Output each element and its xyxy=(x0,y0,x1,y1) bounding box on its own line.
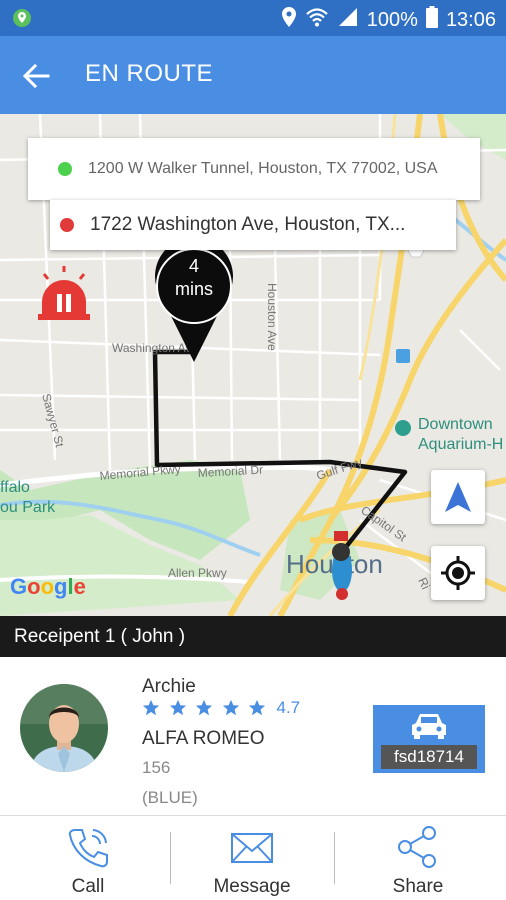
driver-card: Archie 4.7 ALFA ROMEO 156 (BLUE) fsd1871… xyxy=(0,657,506,815)
star-icon xyxy=(248,699,266,716)
poi-bayou-park: ou Park xyxy=(0,499,56,516)
share-button[interactable]: Share xyxy=(370,816,466,900)
star-icon xyxy=(169,699,186,716)
poi-downtown: Downtown xyxy=(418,416,493,433)
call-label: Call xyxy=(71,876,105,897)
pickup-dot-icon xyxy=(58,162,72,176)
car-model: ALFA ROMEO xyxy=(142,728,265,749)
pickup-address-card[interactable]: 1200 W Walker Tunnel, Houston, TX 77002,… xyxy=(28,138,480,200)
siren-icon[interactable] xyxy=(38,266,90,320)
battery-label: 100% xyxy=(366,8,418,31)
street-label-memorial-dr: Memorial Dr xyxy=(197,463,263,480)
street-label-allen: Allen Pkwy xyxy=(168,566,227,580)
street-label-sawyer: Sawyer St xyxy=(39,392,67,449)
eta-unit: mins xyxy=(175,279,213,299)
star-icon xyxy=(195,699,213,716)
share-icon xyxy=(398,826,436,868)
dropoff-address-card[interactable]: 1722 Washington Ave, Houston, TX... xyxy=(50,200,456,250)
driver-name: Archie xyxy=(142,676,196,697)
call-button[interactable]: Call xyxy=(40,816,136,900)
navigation-arrow-icon xyxy=(445,482,471,512)
wifi-icon xyxy=(305,6,329,34)
aquarium-pin-icon xyxy=(395,420,411,436)
recipient-bar: Receipent 1 ( John ) xyxy=(0,616,506,657)
dropoff-dot-icon xyxy=(60,218,74,232)
eta-value: 4 xyxy=(189,256,199,276)
phone-icon xyxy=(68,829,108,868)
arrow-back-icon[interactable] xyxy=(20,60,52,92)
driver-avatar xyxy=(20,684,108,772)
signal-icon xyxy=(337,6,359,34)
crosshair-icon xyxy=(441,556,475,590)
app-bar: EN ROUTE xyxy=(0,36,506,114)
page-title: EN ROUTE xyxy=(85,60,214,87)
clock: 13:06 xyxy=(445,8,496,31)
car-icon xyxy=(412,714,446,739)
action-bar: Call Message Share xyxy=(0,816,506,900)
pickup-address: 1200 W Walker Tunnel, Houston, TX 77002,… xyxy=(88,160,438,177)
street-label-houston-ave: Houston Ave xyxy=(265,283,279,351)
envelope-icon xyxy=(231,833,273,863)
share-label: Share xyxy=(392,876,444,897)
rating-value: 4.7 xyxy=(276,698,301,717)
status-bar: 100% 13:06 xyxy=(0,0,506,36)
vehicle-button[interactable]: fsd18714 xyxy=(373,705,485,773)
my-location-button[interactable] xyxy=(431,546,485,600)
poi-buffalo: ffalo xyxy=(0,479,30,496)
navigate-button[interactable] xyxy=(431,470,485,524)
star-icon xyxy=(222,699,239,716)
dropoff-address: 1722 Washington Ave, Houston, TX... xyxy=(90,214,406,235)
license-plate: fsd18714 xyxy=(381,745,477,769)
message-label: Message xyxy=(213,876,291,897)
car-color: (BLUE) xyxy=(142,788,198,807)
message-button[interactable]: Message xyxy=(190,816,314,900)
separator xyxy=(334,832,335,884)
transit-icon xyxy=(396,349,410,363)
location-badge-icon xyxy=(12,8,32,33)
location-pin-icon xyxy=(281,6,297,34)
google-logo: Google xyxy=(10,574,86,599)
star-icon xyxy=(142,699,160,716)
battery-icon xyxy=(425,6,438,34)
recipient-label: Receipent 1 ( John ) xyxy=(14,626,186,647)
separator xyxy=(170,832,171,884)
driver-rating: 4.7 xyxy=(142,698,300,718)
poi-aquarium: Aquarium-H xyxy=(418,436,503,453)
car-number: 156 xyxy=(142,758,171,777)
